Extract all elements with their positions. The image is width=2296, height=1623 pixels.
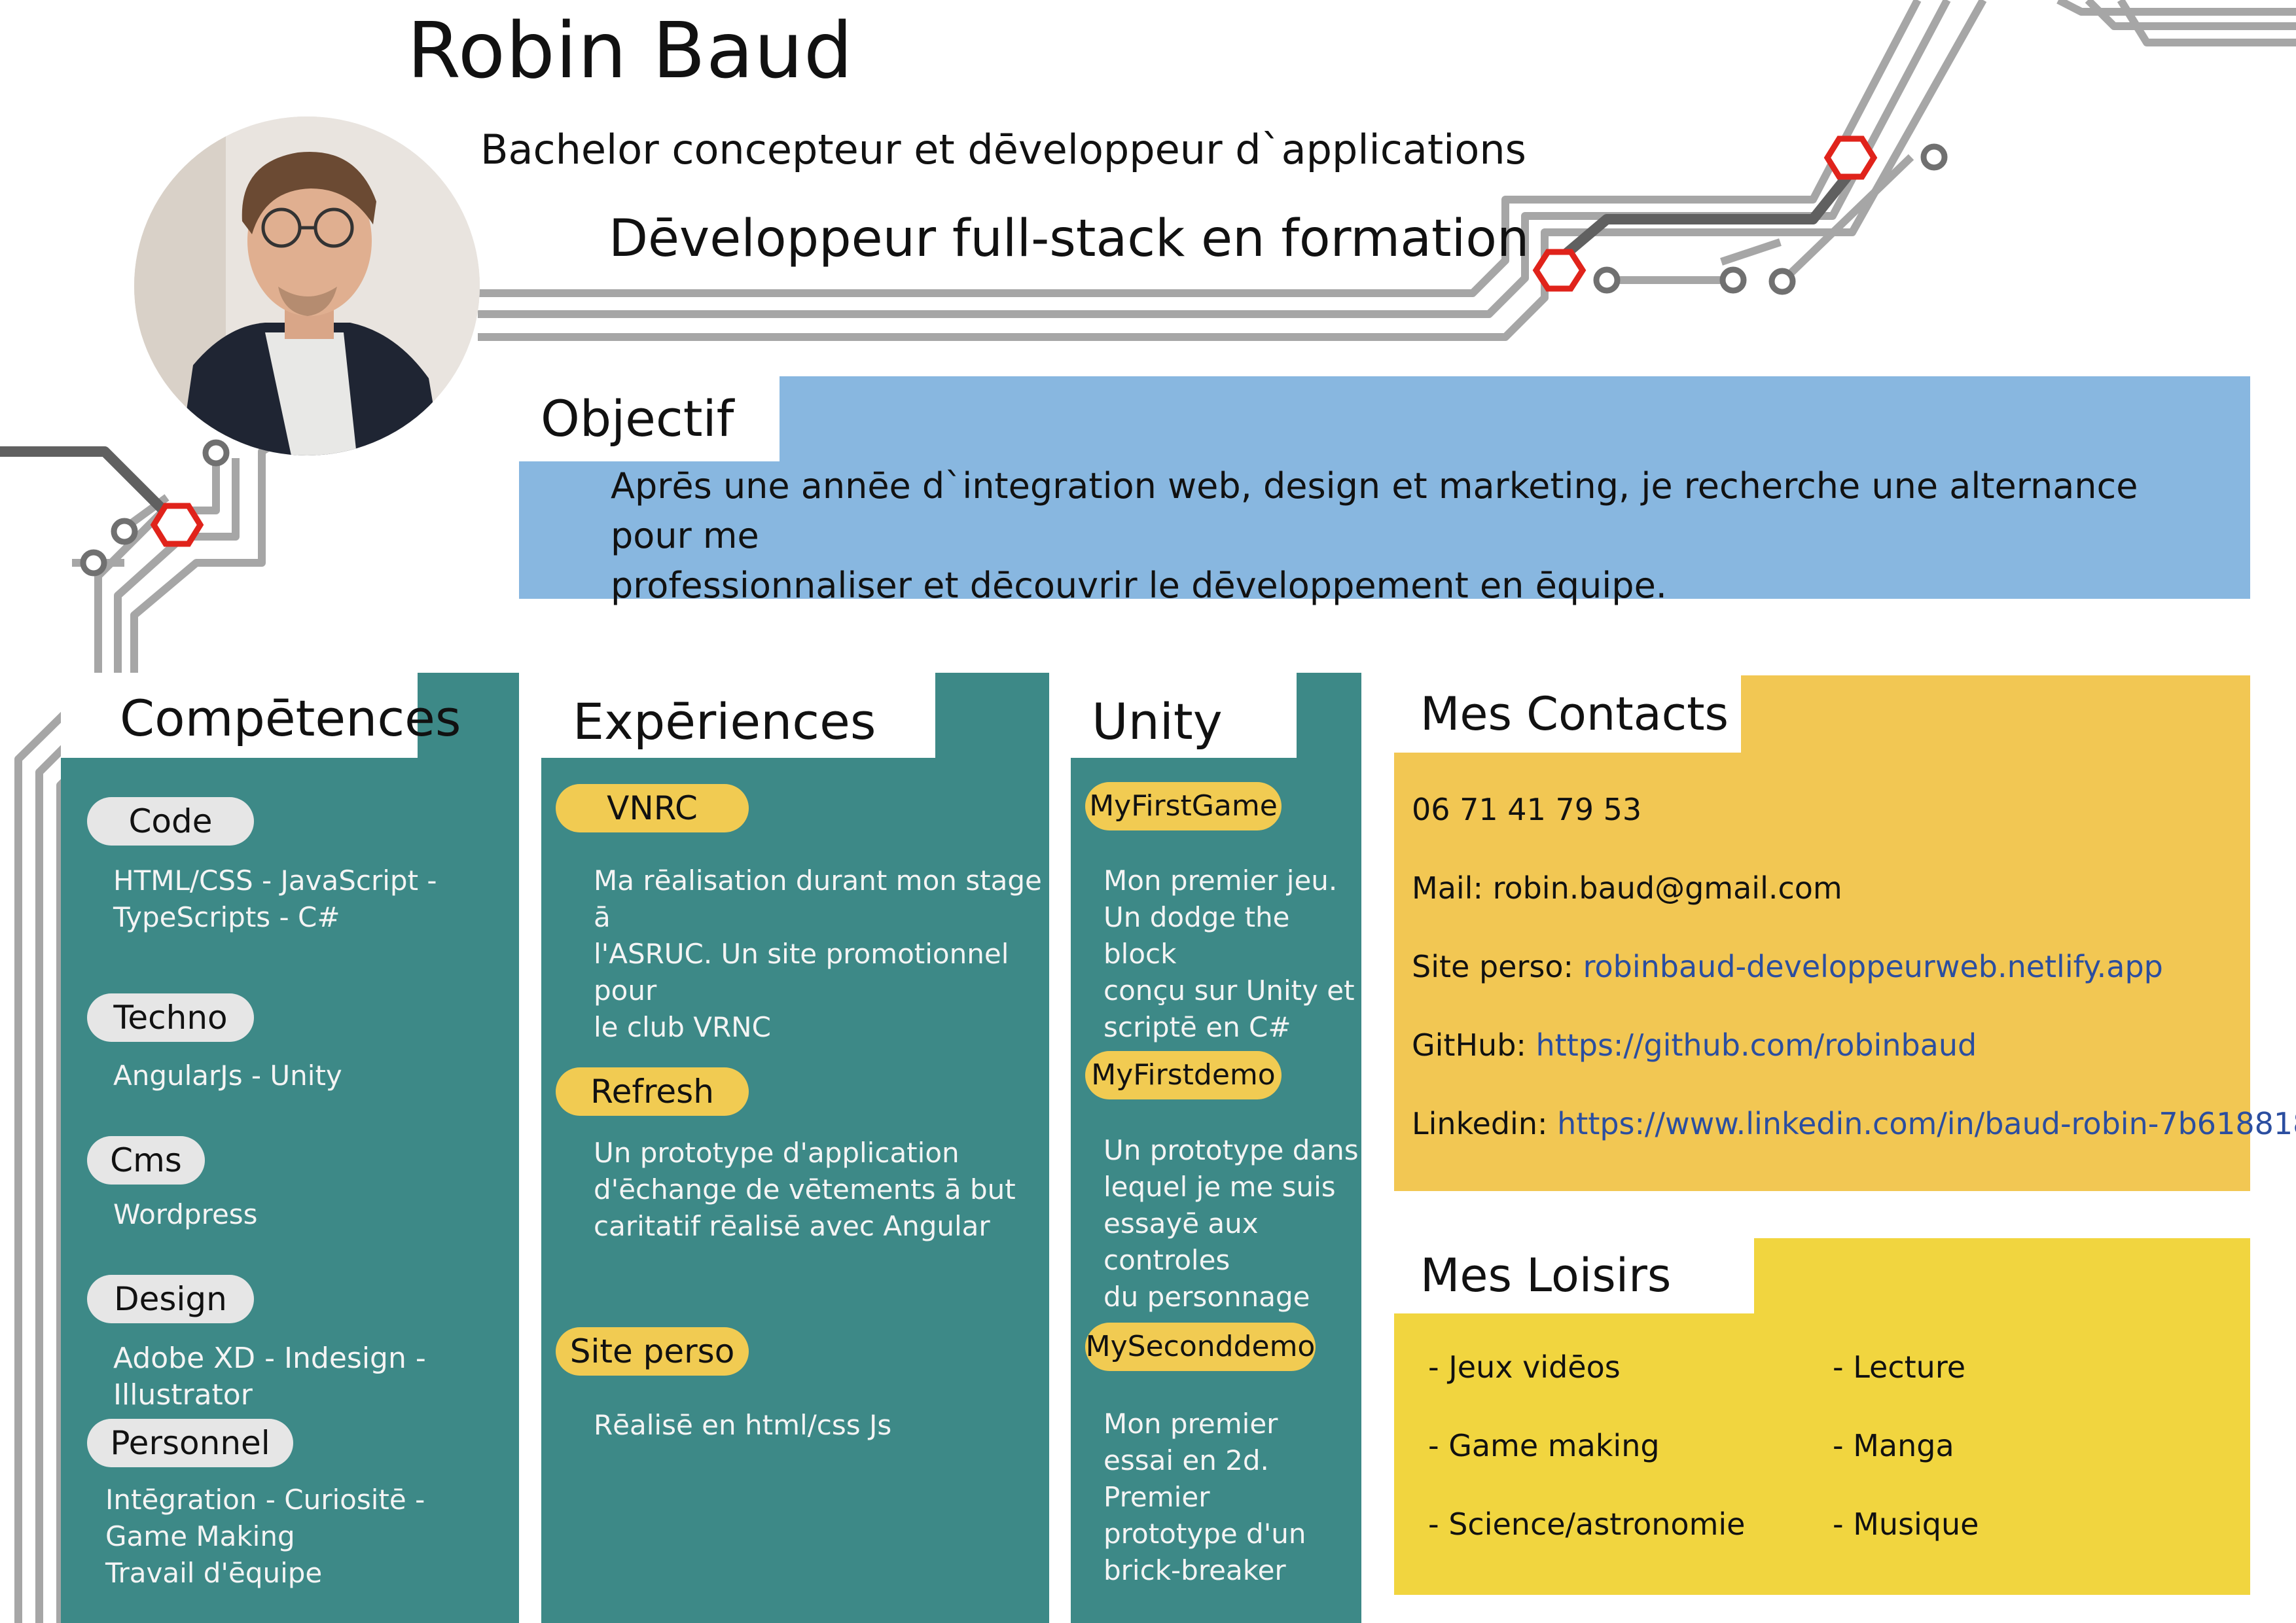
skill-line: AngularJs - Unity [113, 1060, 342, 1092]
unity-title: Unity [1071, 673, 1297, 758]
unity-line: brick-breaker [1103, 1554, 1286, 1586]
competences-title: Compētences [61, 673, 461, 758]
objective-section: Objectif Aprēs une annēe d`integration w… [519, 376, 2250, 606]
unity-line: Un prototype dans [1103, 1134, 1359, 1166]
unity-line: Mon premier [1103, 1408, 1278, 1440]
experiences-section: Expēriences VNRC Ma rēalisation durant m… [541, 673, 1049, 1623]
experience-label-vnrc: VNRC [556, 784, 749, 832]
unity-line: conçu sur Unity et [1103, 974, 1355, 1007]
skill-line: Game Making [105, 1520, 295, 1552]
unity-line: Un dodge the block [1103, 901, 1290, 970]
loisirs-title: Mes Loisirs [1394, 1238, 1754, 1313]
loisir-item: - Game making [1428, 1428, 1660, 1463]
contact-mail-value[interactable]: robin.baud@gmail.com [1493, 870, 1842, 906]
unity-text-myseconddemo: Mon premier essai en 2d. Premier prototy… [1103, 1406, 1361, 1589]
experience-line: Rēalisē en html/css Js [594, 1409, 892, 1441]
skill-text-personnel: Intēgration - Curiositē - Game Making Tr… [105, 1482, 425, 1592]
skill-label-code: Code [87, 797, 254, 846]
loisir-item: - Science/astronomie [1428, 1507, 1746, 1542]
experience-line: l'ASRUC. Un site promotionnel pour [594, 938, 1009, 1007]
unity-label-myfirstgame: MyFirstGame [1085, 782, 1282, 830]
job-role: Dēveloppeur full-stack en formation [609, 209, 1530, 268]
unity-label-myseconddemo: MySeconddemo [1085, 1323, 1316, 1371]
contacts-section: Mes Contacts 06 71 41 79 53 Mail: robin.… [1394, 675, 2296, 1191]
unity-line: Mon premier jeu. [1103, 865, 1338, 897]
skill-label-design: Design [87, 1275, 254, 1323]
contact-github-label: GitHub: [1412, 1027, 1526, 1063]
contact-mail: Mail: robin.baud@gmail.com [1412, 870, 1842, 906]
skill-text-cms: Wordpress [113, 1196, 258, 1233]
loisir-item: - Manga [1833, 1428, 1954, 1463]
contact-github: GitHub: https://github.com/robinbaud [1412, 1027, 1977, 1063]
loisir-item: - Jeux vidēos [1428, 1349, 1621, 1385]
unity-label-myfirstdemo: MyFirstdemo [1085, 1051, 1282, 1099]
competences-section: Compētences Code HTML/CSS - JavaScript -… [61, 673, 519, 1623]
degree-subtitle: Bachelor concepteur et dēveloppeur d`app… [480, 126, 1526, 173]
unity-line: prototype d'un [1103, 1518, 1306, 1550]
objective-line-1: Aprēs une annēe d`integration web, desig… [611, 465, 2138, 556]
skill-line: Intēgration - Curiositē - [105, 1484, 425, 1516]
unity-line: lequel je me suis [1103, 1171, 1336, 1203]
experience-line: Un prototype d'application [594, 1137, 960, 1169]
loisirs-section: Mes Loisirs - Jeux vidēos - Game making … [1394, 1238, 2250, 1595]
unity-text-myfirstgame: Mon premier jeu. Un dodge the block conç… [1103, 863, 1361, 1046]
skill-text-techno: AngularJs - Unity [113, 1058, 342, 1094]
objective-line-2: professionnaliser et dēcouvrir le dēvelo… [611, 565, 1667, 606]
objective-title: Objectif [519, 376, 780, 461]
contact-site: Site perso: robinbaud-developpeurweb.net… [1412, 949, 2163, 984]
experiences-title: Expēriences [541, 673, 935, 758]
contact-mail-label: Mail: [1412, 870, 1483, 906]
skill-line: Travail d'ēquipe [105, 1557, 323, 1589]
experience-line: d'ēchange de vētements ā but [594, 1173, 1016, 1205]
loisir-item: - Musique [1833, 1507, 1979, 1542]
contact-linkedin: Linkedin: https://www.linkedin.com/in/ba… [1412, 1106, 2296, 1141]
experience-line: le club VRNC [594, 1011, 771, 1043]
unity-text-myfirstdemo: Un prototype dans lequel je me suis essa… [1103, 1132, 1361, 1315]
candidate-name: Robin Baud [407, 5, 853, 96]
loisir-item: - Lecture [1833, 1349, 1966, 1385]
skill-line: Wordpress [113, 1198, 258, 1230]
unity-section: Unity MyFirstGame Mon premier jeu. Un do… [1071, 673, 1361, 1623]
contact-site-link[interactable]: robinbaud-developpeurweb.netlify.app [1583, 949, 2163, 984]
unity-line: scriptē en C# [1103, 1011, 1291, 1043]
objective-text: Aprēs une annēe d`integration web, desig… [611, 461, 2208, 611]
experience-label-site-perso: Site perso [556, 1327, 749, 1376]
skill-text-design: Adobe XD - Indesign - Illustrator [113, 1340, 519, 1414]
skill-line: Adobe XD - Indesign - Illustrator [113, 1342, 426, 1412]
skill-line: HTML/CSS - JavaScript - [113, 865, 437, 897]
skill-label-cms: Cms [87, 1136, 205, 1185]
experience-text-vnrc: Ma rēalisation durant mon stage ā l'ASRU… [594, 863, 1049, 1046]
contact-linkedin-link[interactable]: https://www.linkedin.com/in/baud-robin-7… [1557, 1106, 2296, 1141]
experience-text-site-perso: Rēalisē en html/css Js [594, 1407, 891, 1444]
profile-photo [134, 116, 480, 455]
skill-label-personnel: Personnel [87, 1419, 293, 1467]
contact-linkedin-label: Linkedin: [1412, 1106, 1548, 1141]
experience-label-refresh: Refresh [556, 1067, 749, 1116]
experience-line: caritatif rēalisē avec Angular [594, 1210, 990, 1242]
unity-line: essayē aux controles [1103, 1207, 1259, 1276]
experience-line: Ma rēalisation durant mon stage ā [594, 865, 1042, 933]
contact-phone[interactable]: 06 71 41 79 53 [1412, 792, 1641, 827]
skill-label-techno: Techno [87, 993, 254, 1042]
contact-site-label: Site perso: [1412, 949, 1573, 984]
experience-text-refresh: Un prototype d'application d'ēchange de … [594, 1135, 1016, 1245]
unity-line: du personnage [1103, 1281, 1310, 1313]
contact-github-link[interactable]: https://github.com/robinbaud [1536, 1027, 1977, 1063]
skill-text-code: HTML/CSS - JavaScript - TypeScripts - C# [113, 863, 437, 936]
contacts-title: Mes Contacts [1394, 675, 1741, 753]
skill-line: TypeScripts - C# [113, 901, 340, 933]
unity-line: essai en 2d. Premier [1103, 1444, 1269, 1513]
